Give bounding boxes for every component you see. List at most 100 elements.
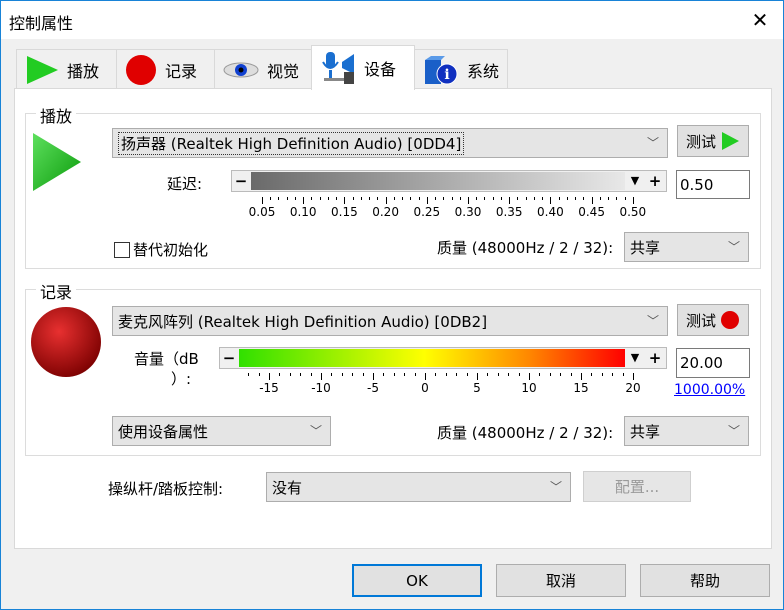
minor-tick <box>286 197 288 200</box>
minor-tick <box>492 197 494 200</box>
latency-slider[interactable]: − ▼ + <box>231 170 667 192</box>
major-tick <box>262 197 263 204</box>
joystick-value: 没有 <box>272 478 303 497</box>
major-tick <box>591 197 593 204</box>
tick-label: 0.05 <box>248 205 276 219</box>
latency-input[interactable]: 0.50 <box>676 170 750 199</box>
tab-label: 系统 <box>467 61 500 81</box>
major-tick <box>344 197 346 204</box>
ok-button[interactable]: OK <box>352 564 482 597</box>
tab-device[interactable]: 设备 <box>311 45 415 90</box>
latency-label: 延迟: <box>167 175 203 193</box>
tick-label: 0 <box>421 381 429 395</box>
minor-tick <box>352 197 354 200</box>
minor-tick <box>500 197 502 200</box>
checkbox-box[interactable] <box>114 241 130 258</box>
config-button[interactable]: 配置... <box>583 471 691 502</box>
playback-quality-select[interactable]: 共享 ﹀ <box>624 232 749 262</box>
major-tick <box>269 373 270 380</box>
minor-tick <box>331 373 333 376</box>
minor-tick <box>362 373 364 376</box>
volume-percent-link[interactable]: 1000.00% <box>674 382 745 398</box>
minor-tick <box>591 373 593 376</box>
minor-tick <box>435 197 437 200</box>
minor-tick <box>279 373 281 376</box>
playback-group-label: 播放 <box>36 103 77 127</box>
minor-tick <box>525 197 527 200</box>
minor-tick <box>484 197 486 200</box>
minor-tick <box>418 197 420 200</box>
tick-label: 20 <box>625 381 641 395</box>
tab-record[interactable]: 记录 <box>116 49 215 89</box>
joystick-label: 操纵杆/踏板控制: <box>108 480 224 498</box>
tab-label: 记录 <box>165 61 198 81</box>
minor-tick <box>294 197 296 200</box>
tab-label: 播放 <box>67 61 100 81</box>
minor-tick <box>466 373 468 376</box>
minor-tick <box>549 373 551 376</box>
cancel-button[interactable]: 取消 <box>496 564 626 597</box>
tab-system[interactable]: i 系统 <box>414 49 508 89</box>
joystick-select[interactable]: 没有 ﹀ <box>266 472 571 502</box>
volume-label-suffix: ）: <box>171 370 192 388</box>
minor-tick <box>327 197 329 200</box>
tick-label: 0.50 <box>619 205 647 219</box>
increase-button[interactable]: + <box>646 348 664 368</box>
minor-tick <box>402 197 404 200</box>
dialog-window: 控制属性 ✕ 播放 记录 视觉 设备 i 系统 播放 扬声器 (Realtek … <box>0 0 784 610</box>
tick-label: 0.15 <box>331 205 358 219</box>
close-icon[interactable]: ✕ <box>745 5 775 35</box>
alt-init-checkbox[interactable]: 替代初始化 <box>114 239 208 260</box>
tab-playback[interactable]: 播放 <box>16 49 117 89</box>
help-button[interactable]: 帮助 <box>640 564 770 597</box>
minor-tick <box>278 197 280 200</box>
record-quality-select[interactable]: 共享 ﹀ <box>624 416 749 446</box>
tab-visual[interactable]: 视觉 <box>214 49 312 89</box>
major-tick <box>321 373 322 380</box>
record-test-button[interactable]: 测试 <box>677 304 749 336</box>
minor-tick <box>319 197 321 200</box>
minor-tick <box>410 197 412 200</box>
title-bar: 控制属性 ✕ <box>1 1 783 39</box>
tab-label: 视觉 <box>267 61 300 81</box>
minor-tick <box>476 197 478 200</box>
volume-slider[interactable]: − ▼ + <box>219 347 667 369</box>
minor-tick <box>456 373 458 376</box>
chevron-down-icon: ﹀ <box>727 240 740 254</box>
record-icon <box>721 311 739 329</box>
eye-icon <box>223 62 259 77</box>
major-tick <box>426 197 428 204</box>
tick-label: 15 <box>573 381 589 395</box>
volume-input[interactable]: 20.00 <box>676 348 750 378</box>
quality-value: 共享 <box>630 238 661 257</box>
minor-tick <box>539 373 541 376</box>
minor-tick <box>459 197 461 200</box>
decrease-button[interactable]: − <box>220 348 238 368</box>
minor-tick <box>558 197 560 200</box>
minor-tick <box>393 197 395 200</box>
playback-device-select[interactable]: 扬声器 (Realtek High Definition Audio) [0DD… <box>112 128 668 158</box>
minor-tick <box>517 197 519 200</box>
record-device-select[interactable]: 麦克风阵列 (Realtek High Definition Audio) [0… <box>112 306 668 336</box>
device-props-select[interactable]: 使用设备属性 ﹀ <box>112 416 331 446</box>
minor-tick <box>566 197 568 200</box>
play-icon <box>722 132 739 150</box>
minor-tick <box>383 373 385 376</box>
major-tick <box>550 197 552 204</box>
minor-tick <box>560 373 562 376</box>
increase-button[interactable]: + <box>646 171 664 191</box>
slider-thumb[interactable]: ▼ <box>626 171 644 191</box>
playback-test-button[interactable]: 测试 <box>677 125 749 157</box>
decrease-button[interactable]: − <box>232 171 250 191</box>
tick-label: 0.30 <box>454 205 482 219</box>
major-tick <box>581 373 582 380</box>
minor-tick <box>601 373 603 376</box>
play-icon <box>33 133 81 191</box>
minor-tick <box>616 197 618 200</box>
tick-label: 0.35 <box>495 205 523 219</box>
tick-label: 0.10 <box>289 205 317 219</box>
minor-tick <box>451 197 453 200</box>
tick-label: 0.20 <box>372 205 399 219</box>
record-icon <box>31 307 101 377</box>
slider-thumb[interactable]: ▼ <box>626 348 644 368</box>
